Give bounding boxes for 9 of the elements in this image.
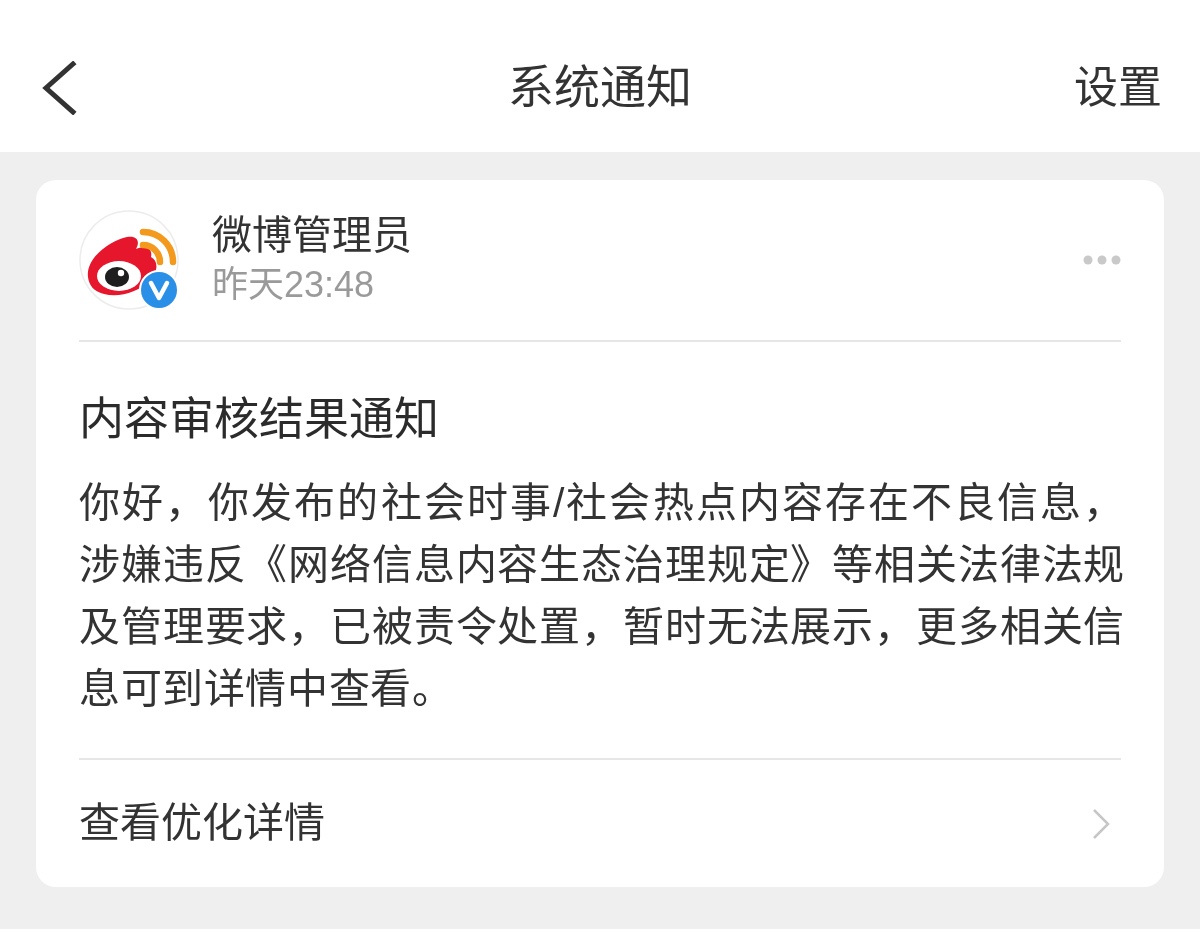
notification-title: 内容审核结果通知: [79, 393, 440, 447]
sender-name: 微博管理员: [212, 212, 413, 259]
chevron-right-icon: [1091, 806, 1111, 841]
back-icon[interactable]: [41, 61, 77, 115]
page-title: 系统通知: [508, 61, 692, 114]
notification-text: 你好，你发布的社会时事/社会热点内容存在不良信息，涉嫌违反《网络信息内容生态治理规定》等相关法律法规及管理要求，已被责令处置，暂时无法展示，更多相关信息可到详情中查看。: [79, 479, 1125, 714]
post-time: 昨天23:48: [212, 263, 376, 307]
settings-button[interactable]: 设置: [1074, 61, 1200, 115]
view-details-button[interactable]: 查看优化详情: [79, 760, 1121, 887]
